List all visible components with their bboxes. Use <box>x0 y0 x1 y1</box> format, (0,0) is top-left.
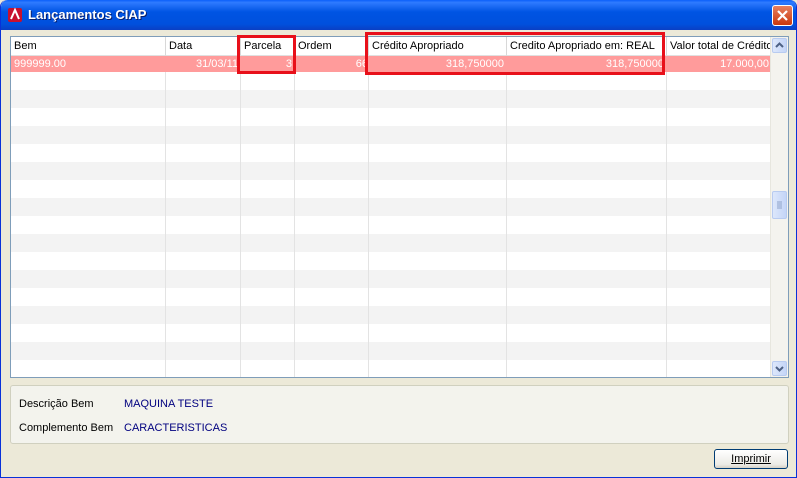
close-icon <box>777 10 788 21</box>
cell-data[interactable]: 31/03/11 <box>166 56 241 72</box>
grid-row-empty <box>11 180 772 198</box>
column-header-data[interactable]: Data <box>166 37 241 56</box>
app-icon <box>8 7 22 22</box>
grid-row-empty <box>11 198 772 216</box>
column-separator <box>666 56 667 377</box>
grip-icon <box>777 201 782 209</box>
lancamentos-ciap-window: Lançamentos CIAP Bem Data Parcela Ordem … <box>0 0 797 478</box>
scroll-down-button[interactable] <box>772 361 787 376</box>
grid-row-empty <box>11 108 772 126</box>
cell-valor-total[interactable]: 17.000,00 <box>667 56 772 72</box>
highlight-box-credito <box>365 32 665 75</box>
column-separator <box>368 56 369 377</box>
grid-row-empty <box>11 216 772 234</box>
ciap-grid[interactable]: Bem Data Parcela Ordem Crédito Apropriad… <box>10 36 789 378</box>
complemento-bem-value: CARACTERISTICAS <box>124 422 228 434</box>
scroll-thumb[interactable] <box>772 191 787 219</box>
grid-row-empty <box>11 342 772 360</box>
scroll-up-button[interactable] <box>772 38 787 53</box>
column-separator <box>165 56 166 377</box>
column-header-ordem[interactable]: Ordem <box>295 37 369 56</box>
grid-row-empty <box>11 324 772 342</box>
chevron-up-icon <box>775 42 784 48</box>
descricao-bem-label: Descrição Bem <box>19 398 94 410</box>
column-separator <box>240 56 241 377</box>
window-title: Lançamentos CIAP <box>28 7 147 22</box>
grid-row-empty <box>11 162 772 180</box>
grid-row-empty <box>11 126 772 144</box>
column-separator <box>294 56 295 377</box>
cell-ordem[interactable]: 66 <box>295 56 369 72</box>
grid-row-empty <box>11 360 772 377</box>
grid-row-empty <box>11 90 772 108</box>
grid-row-empty <box>11 234 772 252</box>
grid-row-empty <box>11 288 772 306</box>
column-header-valor-total[interactable]: Valor total de Crédito <box>667 37 773 56</box>
column-header-bem[interactable]: Bem <box>11 37 166 56</box>
cell-bem[interactable]: 999999.00 <box>11 56 166 72</box>
highlight-box-parcela <box>237 35 296 74</box>
descricao-bem-value: MAQUINA TESTE <box>124 398 214 410</box>
complemento-bem-label: Complemento Bem <box>19 422 114 434</box>
grid-row-empty <box>11 252 772 270</box>
grid-row-empty <box>11 306 772 324</box>
vertical-scrollbar[interactable] <box>770 37 788 377</box>
grid-row-empty <box>11 270 772 288</box>
info-panel: Descrição Bem MAQUINA TESTE Complemento … <box>10 385 789 444</box>
grid-row-empty <box>11 144 772 162</box>
close-button[interactable] <box>772 5 793 26</box>
column-separator <box>506 56 507 377</box>
print-button[interactable]: Imprimir <box>714 449 788 469</box>
title-bar[interactable]: Lançamentos CIAP <box>1 0 796 30</box>
chevron-down-icon <box>775 366 784 372</box>
